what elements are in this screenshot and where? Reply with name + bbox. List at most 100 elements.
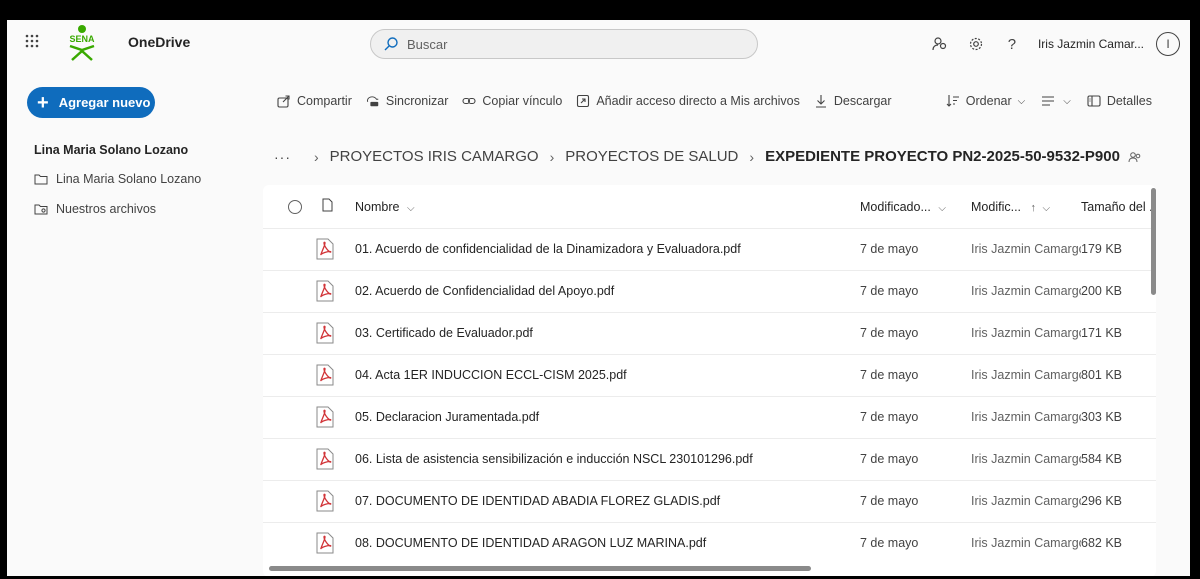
sync-icon <box>366 94 380 108</box>
file-size: 801 KB <box>1081 368 1123 382</box>
search-box[interactable]: Buscar <box>370 29 758 59</box>
copy-link-button[interactable]: Copiar vínculo <box>462 94 562 108</box>
avatar[interactable]: I <box>1156 32 1180 56</box>
column-header-modified[interactable]: Modificado... ⌵ <box>860 200 946 214</box>
file-modified-by: Iris Jazmin Camargo <box>971 536 1081 550</box>
file-name[interactable]: 02. Acuerdo de Confidencialidad del Apoy… <box>355 284 614 298</box>
file-name[interactable]: 03. Certificado de Evaluador.pdf <box>355 326 533 340</box>
file-row[interactable]: 02. Acuerdo de Confidencialidad del Apoy… <box>263 270 1156 312</box>
file-modified: 7 de mayo <box>860 494 919 508</box>
file-row[interactable]: 01. Acuerdo de confidencialidad de la Di… <box>263 228 1156 270</box>
file-name[interactable]: 01. Acuerdo de confidencialidad de la Di… <box>355 242 741 256</box>
pdf-file-icon <box>316 448 334 470</box>
breadcrumb-overflow-button[interactable]: ··· <box>274 149 291 165</box>
file-modified: 7 de mayo <box>860 242 919 256</box>
horizontal-scrollbar[interactable] <box>269 566 811 571</box>
download-button[interactable]: Descargar <box>814 94 892 108</box>
file-row[interactable]: 07. DOCUMENTO DE IDENTIDAD ABADIA FLOREZ… <box>263 480 1156 522</box>
file-row[interactable]: 03. Certificado de Evaluador.pdf 7 de ma… <box>263 312 1156 354</box>
sort-label: Ordenar <box>965 94 1012 108</box>
sidebar-item-our-files[interactable]: Nuestros archivos <box>34 202 156 216</box>
pdf-file-icon <box>316 490 334 512</box>
sort-icon <box>946 94 960 108</box>
file-modified-by: Iris Jazmin Camargo <box>971 368 1081 382</box>
share-label: Compartir <box>297 94 352 108</box>
pdf-file-icon <box>316 238 334 260</box>
file-size: 179 KB <box>1081 242 1123 256</box>
file-modified: 7 de mayo <box>860 410 919 424</box>
sidebar-item-label: Nuestros archivos <box>56 202 157 216</box>
file-modified: 7 de mayo <box>860 284 919 298</box>
file-name[interactable]: 05. Declaracion Juramentada.pdf <box>355 410 539 424</box>
app-title[interactable]: OneDrive <box>128 34 190 50</box>
nav-owner-heading: Lina Maria Solano Lozano <box>34 143 189 157</box>
share-icon <box>277 94 291 108</box>
command-bar-right: Ordenar ⌵ ⌵ Detalles <box>930 91 1152 111</box>
column-header-name[interactable]: Nombre ⌵ <box>355 200 415 214</box>
add-new-button[interactable]: + Agregar nuevo <box>27 87 155 118</box>
pdf-file-icon <box>316 322 334 344</box>
file-size: 171 KB <box>1081 326 1123 340</box>
add-new-label: Agregar nuevo <box>58 95 151 110</box>
column-header-size[interactable]: Tamaño del . <box>1081 200 1153 214</box>
file-row[interactable]: 08. DOCUMENTO DE IDENTIDAD ARAGON LUZ MA… <box>263 522 1156 564</box>
file-modified-by: Iris Jazmin Camargo <box>971 494 1081 508</box>
file-size: 682 KB <box>1081 536 1123 550</box>
gear-icon[interactable] <box>967 35 985 53</box>
column-header-modified-by[interactable]: Modific... ↑ ⌵ <box>971 200 1050 214</box>
select-all-checkbox[interactable] <box>288 200 302 214</box>
details-button[interactable]: Detalles <box>1087 94 1152 108</box>
chevron-down-icon: ⌵ <box>1063 95 1071 107</box>
pdf-file-icon <box>316 364 334 386</box>
breadcrumb-current[interactable]: EXPEDIENTE PROYECTO PN2-2025-50-9532-P90… <box>765 148 1120 165</box>
file-name[interactable]: 04. Acta 1ER INDUCCION ECCL-CISM 2025.pd… <box>355 368 627 382</box>
file-size: 584 KB <box>1081 452 1123 466</box>
breadcrumb-item[interactable]: PROYECTOS DE SALUD <box>565 148 738 165</box>
view-options-button[interactable]: ⌵ <box>1041 94 1071 108</box>
download-label: Descargar <box>833 94 892 108</box>
arrow-up-icon: ↑ <box>1030 202 1037 214</box>
top-bar: SENA OneDrive Buscar ? Iris Jazmin Camar… <box>7 20 1190 66</box>
file-modified-by: Iris Jazmin Camargo <box>971 284 1081 298</box>
file-name[interactable]: 06. Lista de asistencia sensibilización … <box>355 452 753 466</box>
breadcrumb-item[interactable]: PROYECTOS IRIS CAMARGO <box>330 148 539 165</box>
sena-logo: SENA <box>62 24 102 62</box>
column-size-label: Tamaño del . <box>1081 200 1153 214</box>
file-name[interactable]: 08. DOCUMENTO DE IDENTIDAD ARAGON LUZ MA… <box>355 536 706 550</box>
share-people-icon[interactable] <box>931 35 949 53</box>
link-icon <box>462 94 476 108</box>
plus-icon: + <box>37 91 49 114</box>
folder-icon <box>34 174 48 185</box>
add-shortcut-button[interactable]: Añadir acceso directo a Mis archivos <box>576 94 800 108</box>
shortcut-icon <box>576 94 590 108</box>
onedrive-window: SENA OneDrive Buscar ? Iris Jazmin Camar… <box>7 20 1190 576</box>
chevron-down-icon: ⌵ <box>1042 203 1051 214</box>
search-placeholder: Buscar <box>407 36 448 52</box>
file-name[interactable]: 07. DOCUMENTO DE IDENTIDAD ABADIA FLOREZ… <box>355 494 720 508</box>
user-name[interactable]: Iris Jazmin Camar... <box>1038 37 1144 51</box>
sync-button[interactable]: Sincronizar <box>366 94 448 108</box>
add-shortcut-label: Añadir acceso directo a Mis archivos <box>596 94 800 108</box>
chevron-right-icon: › <box>314 148 319 165</box>
column-modified-by-label: Modific... <box>971 200 1022 214</box>
file-type-icon[interactable] <box>322 198 333 212</box>
help-icon[interactable]: ? <box>1003 35 1021 53</box>
file-modified: 7 de mayo <box>860 536 919 550</box>
pdf-file-icon <box>316 532 334 554</box>
breadcrumb: ··· › PROYECTOS IRIS CAMARGO › PROYECTOS… <box>274 148 1142 165</box>
sidebar-item-label: Lina Maria Solano Lozano <box>56 172 202 186</box>
sort-button[interactable]: Ordenar ⌵ <box>946 94 1025 108</box>
share-button[interactable]: Compartir <box>277 94 352 108</box>
chevron-down-icon: ⌵ <box>938 203 946 214</box>
svg-text:SENA: SENA <box>69 34 95 44</box>
sidebar-item-library[interactable]: Lina Maria Solano Lozano <box>34 172 201 186</box>
vertical-scrollbar[interactable] <box>1151 188 1156 295</box>
file-list: Nombre ⌵ Modificado... ⌵ Modific... ↑ ⌵ … <box>263 185 1156 576</box>
shared-people-icon <box>1128 151 1141 162</box>
app-launcher-icon[interactable] <box>25 34 39 48</box>
file-modified: 7 de mayo <box>860 368 919 382</box>
file-row[interactable]: 04. Acta 1ER INDUCCION ECCL-CISM 2025.pd… <box>263 354 1156 396</box>
file-row[interactable]: 06. Lista de asistencia sensibilización … <box>263 438 1156 480</box>
file-row[interactable]: 05. Declaracion Juramentada.pdf 7 de may… <box>263 396 1156 438</box>
download-icon <box>814 94 828 108</box>
